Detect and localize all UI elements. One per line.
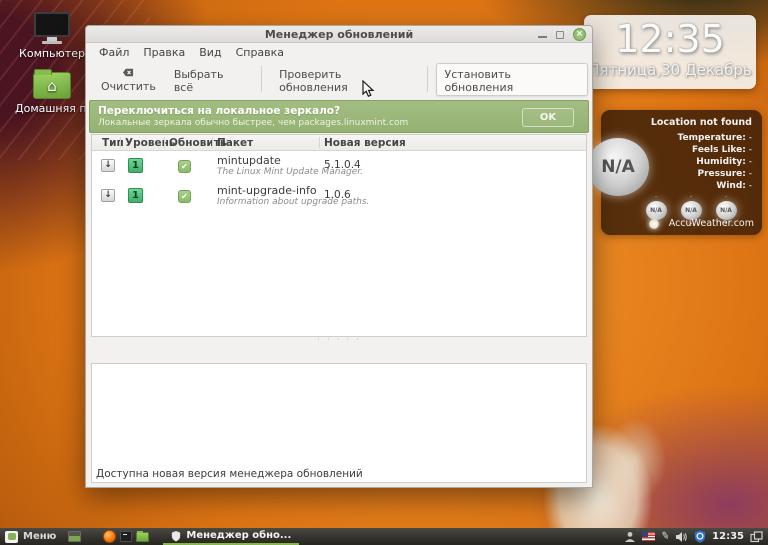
pane-splitter-handle[interactable]: · · · · · (86, 338, 592, 343)
tab-bar: Описание Журнал изменений (86, 344, 592, 364)
col-level[interactable]: Уровень (125, 137, 176, 149)
maximize-button[interactable] (556, 31, 564, 39)
desktop-icon-label: Компьютер (15, 47, 89, 60)
toolbar-separator (261, 66, 262, 92)
statusbar: Доступна новая версия менеджера обновлен… (86, 461, 592, 487)
menu-button[interactable]: Меню (0, 528, 64, 545)
window-list-icon[interactable] (750, 531, 763, 543)
status-text: Доступна новая версия менеджера обновлен… (96, 468, 363, 480)
ok-button[interactable]: OK (522, 108, 574, 127)
menu-help[interactable]: Справка (229, 44, 291, 61)
infobar-title: Переключиться на локальное зеркало? (98, 105, 580, 117)
show-desktop-button[interactable] (68, 531, 81, 542)
weather-metric: Feels Like: - (678, 144, 752, 156)
download-type-icon: ↓ (101, 159, 115, 172)
taskbar-window-button[interactable]: Менеджер обно... (163, 528, 299, 545)
sun-icon (649, 219, 659, 229)
toolbar-separator (427, 66, 428, 92)
update-shield-tray-icon[interactable] (694, 530, 706, 543)
system-tray: ✎ 12:35 (624, 530, 768, 543)
taskbar: Меню Менеджер обно... ✎ (0, 528, 768, 545)
weather-metric: Pressure: - (678, 168, 752, 180)
update-row-mint-upgrade-info[interactable]: ↓ 1 ✔ mint-upgrade-info Information abou… (92, 181, 586, 211)
weather-credit: AccuWeather.com (669, 218, 754, 229)
col-version[interactable]: Новая версия (324, 137, 406, 149)
package-name: mint-upgrade-info (217, 184, 317, 197)
download-type-icon: ↓ (101, 189, 115, 202)
mouse-cursor (362, 80, 376, 98)
quick-launchers (103, 530, 149, 543)
clock-date: Пятница,30 Декабрь (584, 61, 756, 79)
weather-footer: AccuWeather.com (601, 218, 754, 229)
clear-button[interactable]: Очистить (92, 63, 165, 96)
clear-icon (121, 67, 135, 78)
package-version: 5.1.0.4 (324, 159, 361, 171)
level-badge: 1 (128, 158, 143, 173)
volume-icon[interactable] (675, 531, 688, 543)
desktop-icon-computer[interactable]: Компьютер (15, 12, 89, 60)
window-title: Менеджер обновлений (265, 28, 413, 41)
desktop: Компьютер ⌂ Домашняя папка 12:35 Пятница… (0, 0, 768, 545)
files-launcher-icon[interactable] (136, 532, 149, 542)
clock-desklet[interactable]: 12:35 Пятница,30 Декабрь (584, 15, 756, 89)
menu-file[interactable]: Файл (92, 44, 136, 61)
keyboard-layout-flag-icon[interactable] (642, 532, 655, 541)
level-badge: 1 (128, 188, 143, 203)
terminal-launcher-icon[interactable] (120, 531, 132, 542)
infobar-subtitle: Локальные зеркала обычно быстрее, чем pa… (98, 118, 580, 128)
home-folder-icon: ⌂ (33, 72, 71, 99)
menu-edit[interactable]: Правка (136, 44, 192, 61)
weather-current-icon: N/A (587, 138, 649, 196)
tray-clock[interactable]: 12:35 (712, 531, 744, 542)
weather-desklet[interactable]: Location not found Temperature: - Feels … (601, 110, 762, 235)
close-button[interactable]: × (573, 28, 586, 41)
update-manager-window: Менеджер обновлений × Файл Правка Вид Сп… (85, 25, 593, 488)
weather-metric: Humidity: - (678, 156, 752, 168)
desktop-icon-home[interactable]: ⌂ Домашняя папка (15, 68, 89, 115)
update-row-mintupdate[interactable]: ↓ 1 ✔ mintupdate The Linux Mint Update M… (92, 151, 586, 181)
updates-list: Тип Уровень Обновить Пакет Новая версия … (91, 134, 587, 337)
titlebar[interactable]: Менеджер обновлений × (86, 26, 592, 43)
install-updates-button[interactable]: Установить обновления (436, 63, 588, 96)
menubar: Файл Правка Вид Справка (86, 43, 592, 61)
update-checkbox[interactable]: ✔ (178, 160, 191, 173)
clock-time: 12:35 (584, 17, 756, 61)
computer-icon (15, 12, 89, 44)
mirror-infobar: Переключиться на локальное зеркало? Лока… (89, 100, 589, 133)
col-package[interactable]: Пакет (217, 137, 253, 149)
select-all-button[interactable]: Выбрать всё (165, 63, 253, 96)
refresh-button[interactable]: Проверить обновления (270, 63, 418, 96)
menu-view[interactable]: Вид (192, 44, 228, 61)
list-header: Тип Уровень Обновить Пакет Новая версия (92, 135, 586, 151)
weather-metric: Wind: - (678, 180, 752, 192)
package-version: 1.0.6 (324, 189, 351, 201)
update-checkbox[interactable]: ✔ (178, 190, 191, 203)
firefox-launcher-icon[interactable] (103, 530, 116, 543)
weather-metric: Temperature: - (678, 132, 752, 144)
toolbar: Очистить Выбрать всё Проверить обновлени… (86, 61, 592, 99)
mint-menu-icon (5, 531, 18, 543)
user-session-icon[interactable] (624, 531, 636, 543)
shield-icon (171, 530, 181, 542)
minimize-button[interactable] (538, 36, 547, 38)
stylus-pen-icon[interactable]: ✎ (660, 530, 670, 542)
weather-metrics: Temperature: - Feels Like: - Humidity: -… (678, 132, 752, 192)
weather-location-status: Location not found (651, 117, 752, 128)
package-name: mintupdate (217, 154, 281, 167)
desktop-icon-label: Домашняя папка (15, 102, 89, 115)
